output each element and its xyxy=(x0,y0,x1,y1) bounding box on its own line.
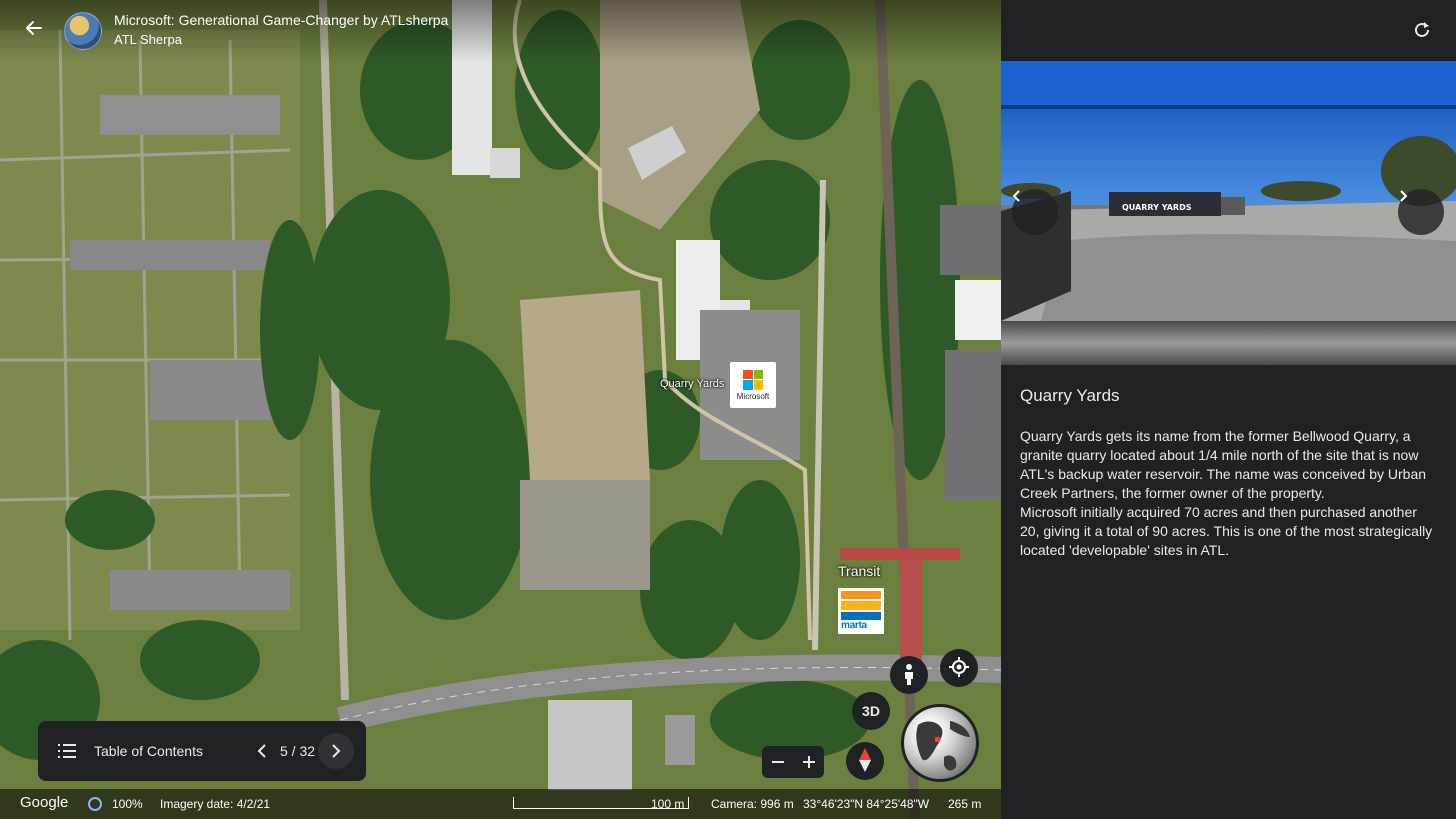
author-avatar[interactable] xyxy=(64,12,102,50)
back-button[interactable] xyxy=(18,14,50,46)
globe-view[interactable] xyxy=(901,704,979,782)
marta-text: marta xyxy=(841,619,867,631)
photo-image: QUARRY YARDS xyxy=(1001,61,1456,365)
refresh-button[interactable] xyxy=(1410,18,1434,42)
pegman-button[interactable] xyxy=(890,656,928,694)
compass-button[interactable] xyxy=(846,742,884,780)
previous-slide-button[interactable] xyxy=(250,739,274,763)
compass-icon xyxy=(858,747,872,775)
pegman-icon xyxy=(901,663,917,688)
microsoft-marker[interactable]: Microsoft xyxy=(730,362,776,408)
minus-icon xyxy=(771,761,784,763)
zoom-in-button[interactable] xyxy=(797,750,821,774)
microsoft-caption: Microsoft xyxy=(736,391,770,401)
photo-sign-text: QUARRY YARDS xyxy=(1122,203,1192,212)
transit-label: Transit xyxy=(838,563,881,579)
tour-header xyxy=(0,0,1001,62)
load-percent: 100% xyxy=(112,797,143,811)
status-bar: Google 100% Imagery date: 4/2/21 100 m C… xyxy=(0,789,1001,819)
chevron-left-icon xyxy=(257,744,266,758)
scale-bar xyxy=(513,797,689,809)
map-view[interactable]: Microsoft: Generational Game-Changer by … xyxy=(0,0,1001,819)
zoom-out-button[interactable] xyxy=(766,750,790,774)
description-paragraph: Microsoft initially acquired 70 acres an… xyxy=(1020,504,1433,558)
photo-prev-button[interactable] xyxy=(1012,189,1058,235)
info-panel: QUARRY YARDS Quarry Yards Quarry Yards g… xyxy=(1001,0,1456,819)
plus-icon xyxy=(802,756,815,768)
zoom-control xyxy=(762,746,824,778)
table-of-contents-bar: Table of Contents 5 / 32 xyxy=(38,721,366,781)
description-paragraph: Quarry Yards gets its name from the form… xyxy=(1020,428,1427,501)
3d-toggle-button[interactable]: 3D xyxy=(852,692,890,730)
my-location-icon xyxy=(948,656,970,681)
list-icon[interactable] xyxy=(58,741,78,761)
arrow-left-icon xyxy=(24,18,44,43)
table-of-contents-button[interactable]: Table of Contents xyxy=(94,743,203,759)
globe-map xyxy=(916,721,970,771)
slide-counter: 5 / 32 xyxy=(280,743,316,759)
google-logo: Google xyxy=(20,794,69,811)
satellite-imagery[interactable] xyxy=(0,0,1001,819)
tour-title: Microsoft: Generational Game-Changer by … xyxy=(114,12,449,28)
loading-ring-icon xyxy=(88,797,102,811)
coordinates: 33°46'23"N 84°25'48"W xyxy=(803,797,930,811)
marta-marker[interactable]: marta xyxy=(838,588,884,634)
imagery-date: Imagery date: 4/2/21 xyxy=(160,797,271,811)
elevation: 265 m xyxy=(948,797,982,811)
place-title: Quarry Yards xyxy=(1020,386,1120,405)
chevron-left-icon xyxy=(1012,190,1020,202)
place-description: Quarry Yards gets its name from the form… xyxy=(1020,427,1438,560)
camera-altitude: Camera: 996 m xyxy=(711,797,794,811)
microsoft-logo-icon xyxy=(743,369,763,390)
chevron-right-icon xyxy=(1400,190,1408,202)
chevron-right-icon xyxy=(332,744,341,758)
next-slide-button[interactable] xyxy=(318,733,354,769)
my-location-button[interactable] xyxy=(940,649,978,687)
tour-author[interactable]: ATL Sherpa xyxy=(114,32,182,47)
place-label[interactable]: Quarry Yards xyxy=(660,378,724,390)
photo-next-button[interactable] xyxy=(1398,189,1444,235)
place-photo[interactable]: QUARRY YARDS xyxy=(1001,61,1456,365)
refresh-icon xyxy=(1415,22,1429,37)
